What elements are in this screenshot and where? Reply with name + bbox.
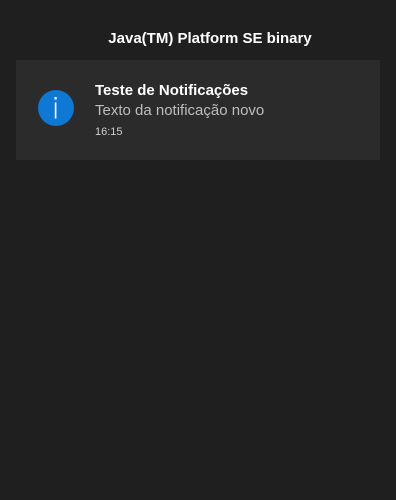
- notification-body: Texto da notificação novo: [95, 102, 265, 119]
- notification-time: 16:15: [95, 126, 123, 138]
- app-title: Java(TM) Platform SE binary: [108, 29, 312, 47]
- notification-title: Teste de Notificações: [95, 82, 249, 99]
- notification-card[interactable]: Teste de Notificações Texto da notificaç…: [16, 60, 380, 160]
- notification-text: Teste de Notificações Texto da notificaç…: [95, 82, 370, 139]
- notification-panel: { "app": { "title": "Java(TM) Platform S…: [0, 0, 396, 500]
- info-icon: [38, 90, 74, 126]
